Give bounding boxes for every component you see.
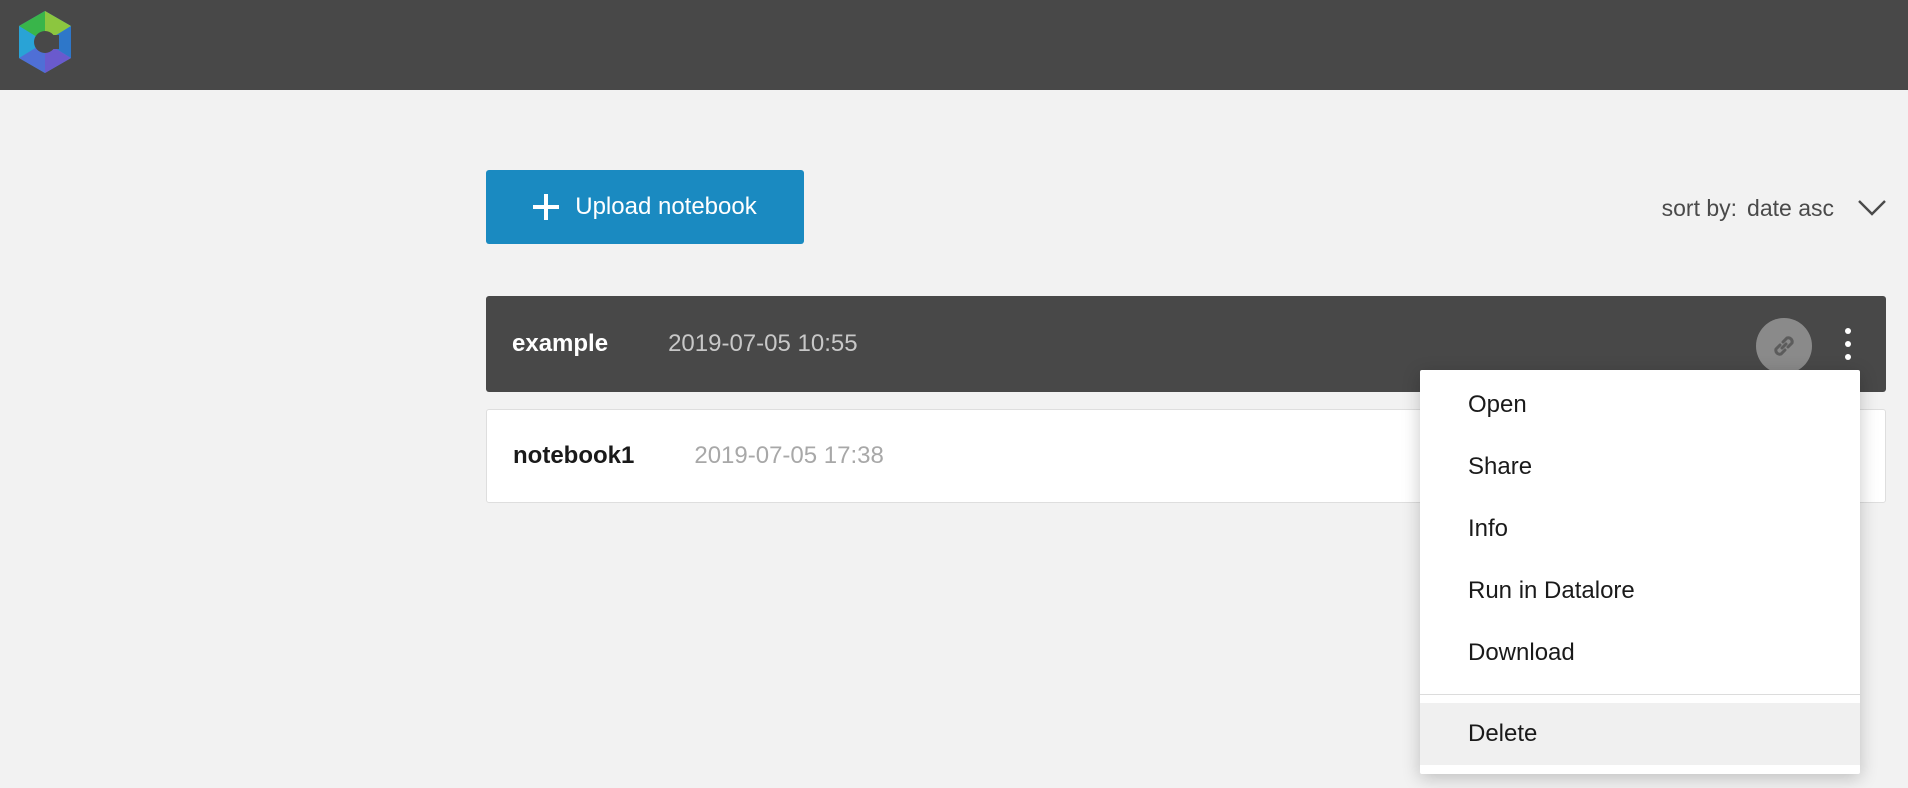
chevron-down-icon (1858, 200, 1886, 216)
notebook-date: 2019-07-05 17:38 (694, 442, 884, 469)
notebook-date: 2019-07-05 10:55 (668, 330, 858, 357)
upload-notebook-label: Upload notebook (575, 193, 757, 220)
notebook-name[interactable]: notebook1 (513, 442, 634, 470)
notebook-name[interactable]: example (512, 330, 608, 358)
datalore-logo-icon[interactable] (16, 9, 74, 75)
menu-divider (1420, 694, 1860, 695)
sort-dropdown[interactable]: sort by: date asc (1662, 190, 1888, 226)
menu-item-run-in-datalore[interactable]: Run in Datalore (1420, 560, 1860, 622)
share-link-button[interactable] (1756, 318, 1812, 374)
notebook-context-menu: Open Share Info Run in Datalore Download… (1420, 370, 1860, 774)
plus-icon (533, 194, 560, 220)
more-vertical-icon[interactable] (1842, 328, 1854, 360)
link-icon (1774, 336, 1794, 356)
upload-notebook-button[interactable]: Upload notebook (486, 170, 804, 244)
menu-item-download[interactable]: Download (1420, 622, 1860, 684)
sort-value: date asc (1747, 194, 1834, 221)
menu-item-share[interactable]: Share (1420, 436, 1860, 498)
menu-item-open[interactable]: Open (1420, 374, 1860, 436)
menu-item-info[interactable]: Info (1420, 498, 1860, 560)
sort-label: sort by: (1661, 194, 1738, 221)
menu-item-delete[interactable]: Delete (1420, 703, 1860, 765)
top-bar (0, 0, 1908, 90)
